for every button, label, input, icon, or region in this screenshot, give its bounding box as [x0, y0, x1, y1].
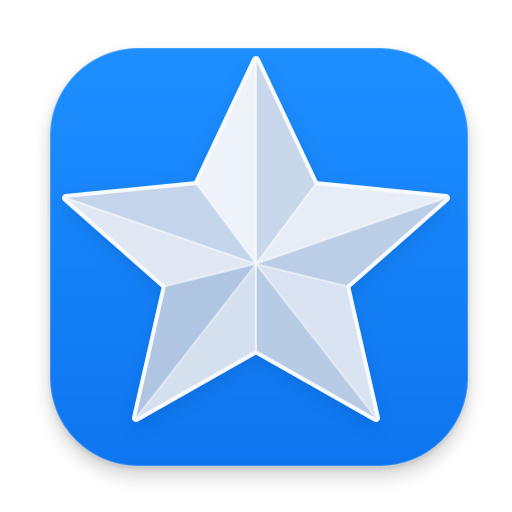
icon-stage — [0, 0, 512, 512]
app-icon[interactable] — [50, 48, 468, 466]
